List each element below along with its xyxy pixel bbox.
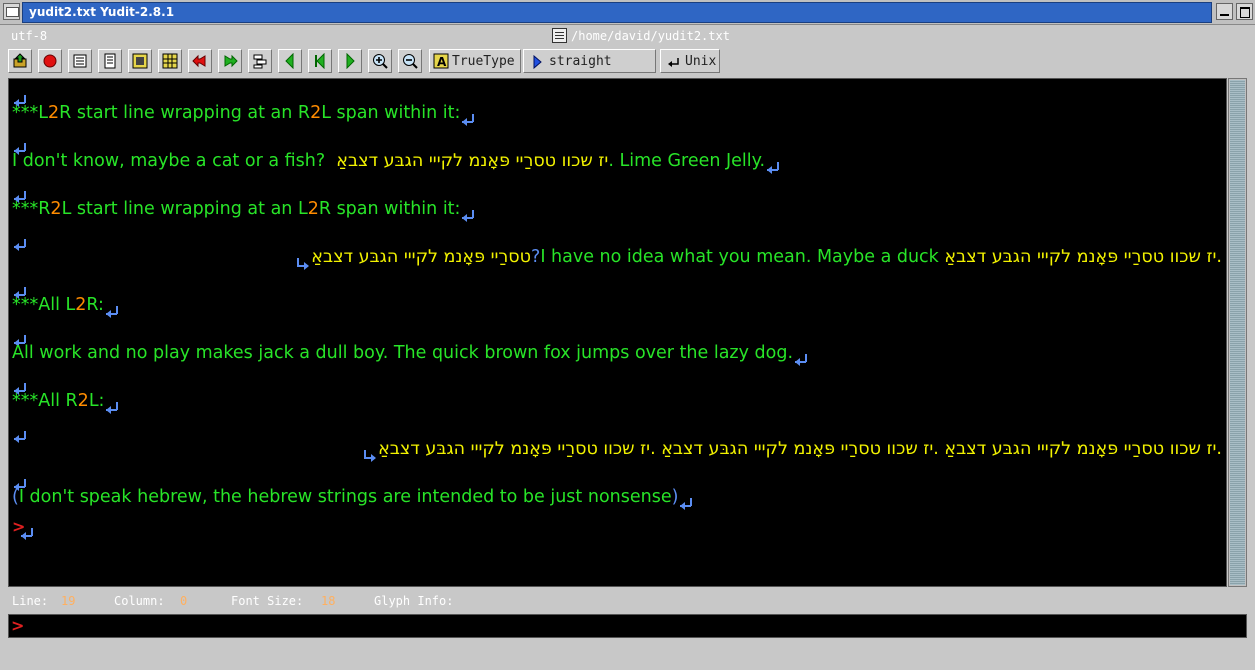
command-input[interactable]: > bbox=[8, 614, 1247, 638]
status-bar: Line: 19 Column: 0 Font Size: 18 Glyph I… bbox=[8, 591, 1248, 611]
zoom-out-icon bbox=[403, 54, 418, 69]
editor-line: (I don't speak hebrew, the hebrew string… bbox=[12, 485, 693, 510]
glyph-info-label: Glyph Info: bbox=[374, 594, 454, 608]
toolbar: A TrueType straight Unix bbox=[8, 49, 1248, 73]
file-icon bbox=[552, 28, 567, 43]
print-preview-icon bbox=[104, 53, 116, 69]
newline-marker-icon bbox=[363, 450, 377, 462]
keyboard-button[interactable] bbox=[128, 49, 152, 73]
print-preview-button[interactable] bbox=[98, 49, 122, 73]
file-path: /home/david/yudit2.txt bbox=[571, 29, 730, 43]
newline-marker-icon bbox=[767, 162, 780, 174]
editor-line: All work and no play makes jack a dull b… bbox=[12, 341, 808, 366]
font-size-value: 18 bbox=[321, 594, 336, 608]
first-button[interactable] bbox=[278, 49, 302, 73]
direction-label: straight bbox=[549, 54, 612, 69]
undo-button[interactable] bbox=[188, 49, 212, 73]
editor-line: טסרַיי פּאָנמ לקייי הגבּע דצבאַ?I have n… bbox=[296, 245, 1222, 270]
editor-line bbox=[12, 226, 27, 251]
keyboard-icon bbox=[132, 53, 148, 69]
column-label: Column: bbox=[114, 594, 165, 608]
column-value: 0 bbox=[180, 594, 188, 608]
line-label: Line: bbox=[12, 594, 49, 608]
window-menu-icon bbox=[6, 7, 19, 17]
window-menu-button[interactable] bbox=[3, 3, 20, 20]
maximize-button[interactable] bbox=[1236, 3, 1253, 20]
newline-marker-icon bbox=[14, 239, 27, 251]
newline-marker-icon bbox=[14, 431, 27, 443]
record-button[interactable] bbox=[38, 49, 62, 73]
zoom-in-icon bbox=[373, 54, 388, 69]
newline-marker-icon bbox=[680, 498, 693, 510]
editor-line: ***All L2R: bbox=[12, 293, 119, 318]
direction-button[interactable]: straight bbox=[523, 49, 656, 73]
line-ending-icon bbox=[668, 58, 679, 67]
text-editor[interactable]: ***L2R start line wrapping at an R2L spa… bbox=[8, 78, 1227, 587]
layout-button[interactable] bbox=[248, 49, 272, 73]
editor-line: ***All R2L: bbox=[12, 389, 119, 414]
zoom-out-button[interactable] bbox=[398, 49, 422, 73]
vertical-scrollbar[interactable] bbox=[1228, 78, 1247, 587]
previous-button[interactable] bbox=[308, 49, 332, 73]
record-icon bbox=[43, 54, 57, 68]
newline-marker-icon bbox=[296, 258, 310, 270]
open-icon bbox=[13, 53, 27, 68]
encoding-label[interactable]: utf-8 bbox=[11, 29, 47, 43]
next-icon bbox=[346, 53, 355, 69]
next-button[interactable] bbox=[338, 49, 362, 73]
layout-icon bbox=[253, 54, 267, 69]
font-label: TrueType bbox=[452, 54, 515, 69]
print-button[interactable] bbox=[68, 49, 92, 73]
grid-button[interactable] bbox=[158, 49, 182, 73]
window-title: yudit2.txt Yudit-2.8.1 bbox=[29, 5, 175, 19]
command-cursor-icon: > bbox=[11, 616, 25, 635]
minimize-button[interactable] bbox=[1216, 3, 1233, 20]
font-selector-button[interactable]: A TrueType bbox=[429, 49, 521, 73]
direction-icon bbox=[533, 55, 542, 69]
newline-marker-icon bbox=[795, 354, 808, 366]
newline-marker-icon bbox=[105, 306, 119, 318]
newline-marker-icon bbox=[21, 528, 34, 540]
undo-icon bbox=[192, 54, 206, 68]
editor-line: I don't know, maybe a cat or a fish? יז … bbox=[12, 149, 780, 174]
title-bar-active[interactable]: yudit2.txt Yudit-2.8.1 bbox=[22, 2, 1212, 23]
title-bar: yudit2.txt Yudit-2.8.1 bbox=[0, 0, 1255, 25]
editor-line: ***L2R start line wrapping at an R2L spa… bbox=[12, 101, 475, 126]
font-size-label: Font Size: bbox=[231, 594, 304, 608]
editor-line bbox=[12, 418, 27, 443]
editor-line bbox=[19, 515, 34, 540]
first-icon bbox=[285, 53, 294, 69]
open-button[interactable] bbox=[8, 49, 32, 73]
header-row: utf-8 /home/david/yudit2.txt bbox=[0, 25, 1255, 47]
newline-marker-icon bbox=[106, 402, 119, 414]
redo-icon bbox=[224, 54, 238, 68]
minimize-icon bbox=[1220, 14, 1229, 16]
previous-icon bbox=[315, 53, 325, 69]
editor-line: .יז שכוו טסרַיי פּאָנמ לקייי הגבּע דצבאַ… bbox=[363, 437, 1222, 462]
newline-marker-icon bbox=[462, 210, 475, 222]
svg-text:A: A bbox=[437, 55, 447, 69]
zoom-in-button[interactable] bbox=[368, 49, 392, 73]
editor-line: ***R2L start line wrapping at an L2R spa… bbox=[12, 197, 475, 222]
newline-marker-icon bbox=[462, 114, 475, 126]
grid-icon bbox=[162, 53, 178, 69]
line-ending-button[interactable]: Unix bbox=[660, 49, 720, 73]
font-icon: A bbox=[433, 53, 449, 69]
print-icon bbox=[73, 54, 87, 68]
scrollbar-thumb[interactable] bbox=[1230, 80, 1245, 585]
redo-button[interactable] bbox=[218, 49, 242, 73]
line-value: 19 bbox=[61, 594, 76, 608]
maximize-icon bbox=[1240, 7, 1250, 18]
line-ending-label: Unix bbox=[685, 54, 717, 69]
